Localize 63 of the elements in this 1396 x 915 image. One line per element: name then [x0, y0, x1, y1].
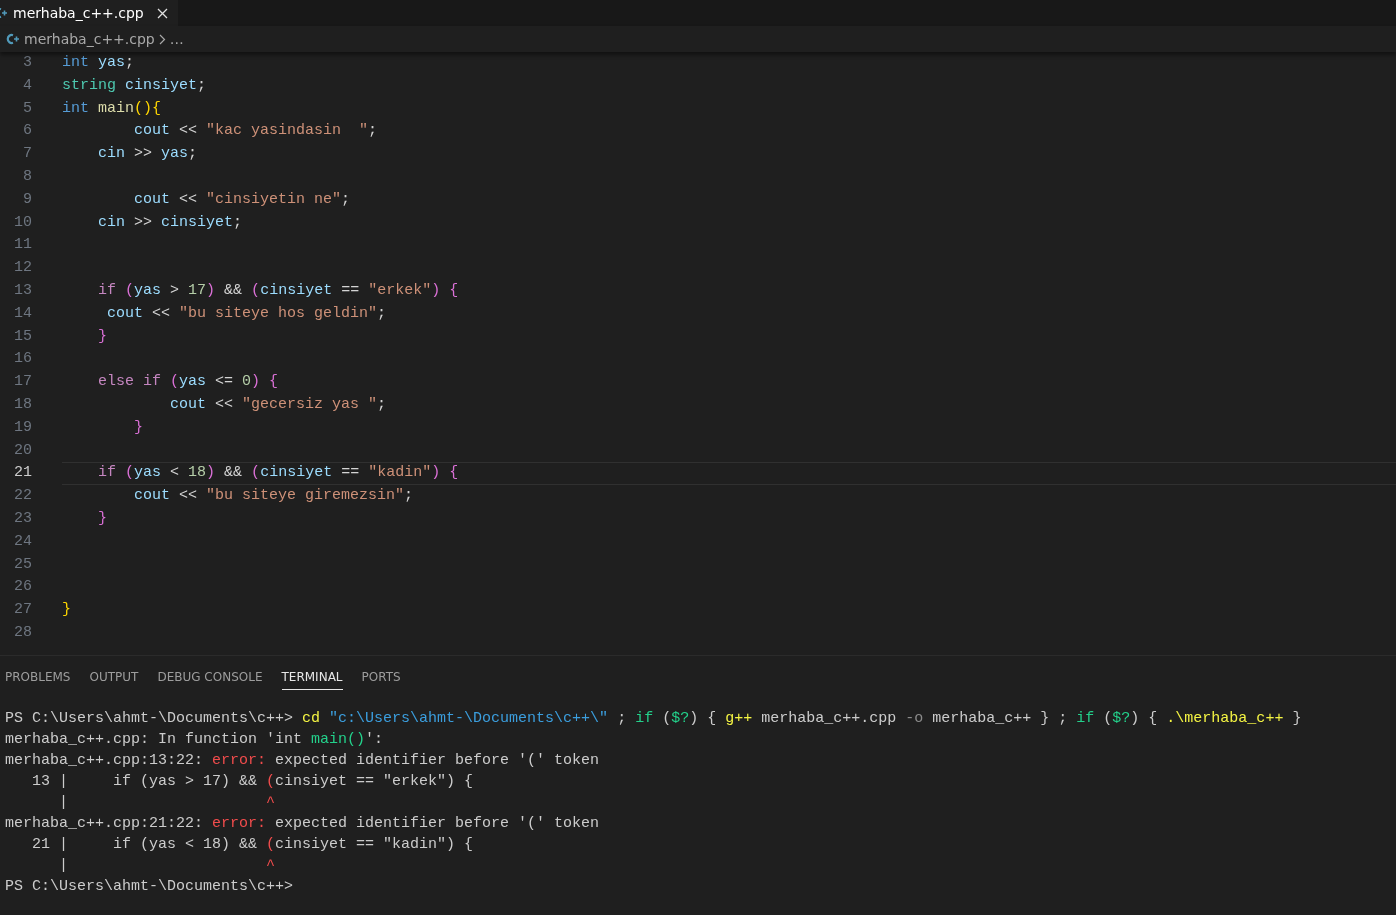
code-line: if (yas > 17) && (cinsiyet == "erkek") {	[97, 280, 460, 301]
line-number: 22	[13, 486, 32, 507]
line-number: 5	[22, 98, 32, 119]
line-number: 15	[13, 326, 32, 347]
line-number: 16	[13, 349, 32, 370]
chevron-icon	[158, 33, 166, 45]
code-line: }	[97, 326, 108, 347]
line-number: 6	[22, 121, 32, 142]
code-line: cout << "gecersiz yas ";	[169, 394, 388, 415]
line-number: 14	[13, 303, 32, 324]
panel-tab[interactable]: PORTS	[361, 666, 401, 690]
line-number: 24	[13, 531, 32, 552]
panel-tab[interactable]: PROBLEMS	[5, 666, 71, 690]
terminal-line: merhaba_c++.cpp: In function 'int main()':	[5, 730, 385, 750]
line-number: 11	[13, 235, 32, 256]
line-number: 13	[13, 280, 32, 301]
line-number: 19	[13, 417, 32, 438]
line-number: 25	[13, 554, 32, 575]
code-line: else if (yas <= 0) {	[97, 372, 280, 393]
line-number: 26	[13, 577, 32, 598]
code-line: string cinsiyet;	[62, 75, 208, 96]
line-number: 7	[22, 144, 32, 165]
line-number: 17	[13, 372, 32, 393]
line-number: 12	[13, 258, 32, 279]
code-line: cout << "bu siteye giremezsin";	[133, 486, 415, 507]
line-number: 28	[13, 622, 32, 643]
line-number: 4	[22, 75, 32, 96]
terminal-line: PS C:\Users\ahmt-\Documents\c++>	[5, 877, 295, 897]
terminal-line: merhaba_c++.cpp:21:22: error: expected identifier before '(' token	[5, 814, 601, 834]
terminal-line: merhaba_c++.cpp:13:22: error: expected identifier before '(' token	[5, 751, 601, 771]
terminal-line: 21 | if (yas < 18) && (cinsiyet == "kadin") {	[31, 835, 475, 855]
line-number: 9	[22, 189, 32, 210]
code-line: cin >> yas;	[97, 144, 199, 165]
line-number: 3	[22, 53, 32, 73]
line-number: 23	[13, 508, 32, 529]
line-number: 20	[13, 440, 32, 461]
code-line: int main(){	[62, 98, 163, 119]
code-line: cin >> cinsiyet;	[97, 212, 244, 233]
terminal-line: | ^	[58, 793, 277, 813]
code-line: int yas;	[62, 53, 136, 73]
line-number: 10	[13, 212, 32, 233]
code-line: }	[62, 600, 72, 621]
panel-tab[interactable]: OUTPUT	[89, 666, 139, 690]
breadcrumb-more[interactable]: …	[169, 31, 184, 47]
code-line: cout << "cinsiyetin ne";	[133, 189, 352, 210]
code-line: if (yas < 18) && (cinsiyet == "kadin") {	[62, 462, 1396, 486]
breadcrumb-file[interactable]: merhaba_c++.cpp	[24, 31, 155, 47]
line-number: 8	[22, 167, 32, 187]
line-number: 18	[13, 394, 32, 415]
code-line: }	[97, 508, 108, 529]
panel-tab[interactable]: DEBUG CONSOLE	[157, 666, 263, 690]
file-tab[interactable]: merhaba_c++.cpp	[0, 0, 178, 26]
line-number: 21	[13, 463, 32, 484]
code-line: }	[133, 417, 144, 438]
line-number: 27	[13, 600, 32, 621]
terminal-line: | ^	[58, 856, 277, 876]
terminal-line: 13 | if (yas > 17) && (cinsiyet == "erkek") {	[31, 772, 475, 792]
code-line: cout << "kac yasindasin ";	[133, 121, 379, 142]
terminal-line: PS C:\Users\ahmt-\Documents\c++> cd "c:\Users\ahmt-\Documents\c++\" ; if ($?) { g++ merhaba_c++.cpp -o merhaba_c++ } ; if ($?) { .\merhaba_c++ }	[5, 709, 1303, 729]
panel-tab[interactable]: TERMINAL	[281, 666, 343, 690]
close-icon[interactable]	[156, 7, 168, 19]
code-line: cout << "bu siteye hos geldin";	[106, 303, 388, 324]
cpp-file-icon	[6, 33, 20, 45]
